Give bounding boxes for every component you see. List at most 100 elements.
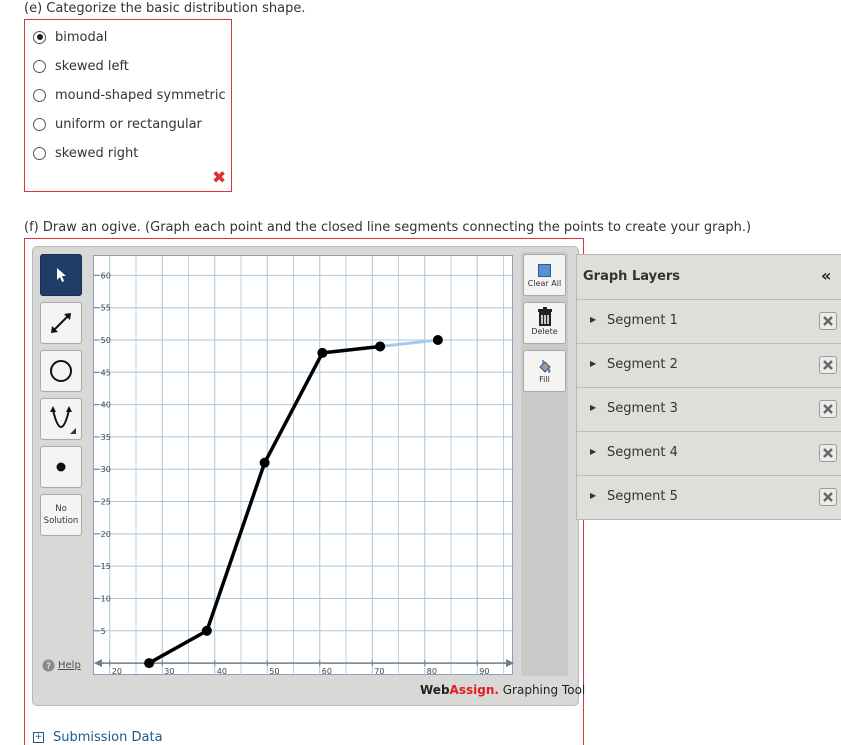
layer-label: Segment 1: [607, 313, 678, 328]
remove-layer-icon[interactable]: [819, 400, 837, 418]
pointer-icon: [57, 268, 66, 282]
remove-layer-icon[interactable]: [819, 488, 837, 506]
x-tick-label: 60: [322, 667, 332, 676]
y-tick-label: 15: [101, 562, 111, 571]
option-label: skewed left: [55, 58, 129, 74]
ogive-point: [317, 347, 328, 358]
webassign-brand: WebAssign. Graphing Tool: [420, 683, 585, 697]
x-tick-label: 80: [427, 667, 437, 676]
y-tick-label: 60: [101, 271, 111, 280]
radio-icon[interactable]: [33, 146, 46, 160]
x-tick-label: 90: [479, 667, 489, 676]
x-tick-label: 30: [164, 667, 174, 676]
ogive-plot: 20 30 40 50 60 70 80 90 5 10 15 20 25 30 35 40 45 50 55 60: [94, 256, 514, 676]
expand-arrow-icon[interactable]: ▶: [590, 403, 596, 412]
y-tick-label: 35: [101, 433, 111, 442]
circle-icon: [50, 360, 72, 382]
x-axis-arrow-left: [94, 659, 102, 668]
ogive-point: [375, 341, 386, 352]
layer-label: Segment 5: [607, 489, 678, 504]
no-solution-label: Solution: [43, 516, 79, 526]
ogive-segment-1: [147, 629, 209, 665]
line-segment-icon: [51, 313, 71, 333]
clear-all-label: Clear All: [527, 279, 562, 288]
option-uniform-or-rectangular[interactable]: uniform or rectangular: [33, 114, 202, 134]
layer-label: Segment 2: [607, 357, 678, 372]
parabola-tool-button[interactable]: [40, 398, 82, 440]
remove-layer-icon[interactable]: [819, 356, 837, 374]
remove-layer-icon[interactable]: [819, 444, 837, 462]
y-tick-label: 40: [101, 401, 111, 410]
parabola-icon: [50, 406, 76, 434]
collapse-panel-icon[interactable]: «: [821, 266, 831, 285]
incorrect-x-icon: ✖: [212, 168, 227, 188]
brand-assign: Assign.: [449, 683, 499, 697]
ogive-segment-5: [378, 338, 440, 348]
option-label: skewed right: [55, 145, 139, 161]
y-tick-label: 20: [101, 530, 111, 539]
y-tick-label: 10: [101, 594, 111, 603]
layer-item-segment-4[interactable]: ▶ Segment 4: [577, 432, 841, 476]
graph-canvas[interactable]: 20 30 40 50 60 70 80 90 5 10 15 20 25 30 35 40 45 50 55 60: [93, 255, 514, 676]
help-label: Help: [58, 660, 81, 671]
no-solution-label: No: [55, 504, 67, 514]
option-label: bimodal: [55, 29, 108, 45]
layer-label: Segment 3: [607, 401, 678, 416]
layer-item-segment-5[interactable]: ▶ Segment 5: [577, 476, 841, 519]
help-link[interactable]: ? Help: [42, 659, 81, 672]
ogive-point: [432, 335, 443, 345]
option-mound-shaped-symmetric[interactable]: mound-shaped symmetric: [33, 85, 226, 105]
svg-text:?: ?: [46, 662, 51, 672]
layer-item-segment-1[interactable]: ▶ Segment 1: [577, 300, 841, 344]
expand-plus-icon[interactable]: +: [33, 732, 44, 743]
x-tick-label: 20: [112, 667, 122, 676]
expand-arrow-icon[interactable]: ▶: [590, 359, 596, 368]
expand-arrow-icon[interactable]: ▶: [590, 315, 596, 324]
x-axis-arrow-right: [506, 659, 514, 668]
option-bimodal[interactable]: bimodal: [33, 27, 107, 47]
y-tick-label: 5: [101, 627, 106, 636]
ogive-point: [144, 658, 155, 669]
option-skewed-left[interactable]: skewed left: [33, 56, 129, 76]
no-solution-button[interactable]: No Solution: [40, 494, 82, 536]
question-e-prompt: (e) Categorize the basic distribution sh…: [24, 1, 306, 16]
radio-icon[interactable]: [33, 59, 46, 73]
help-icon: ?: [42, 659, 55, 672]
choice-group: bimodal skewed left mound-shaped symmetr…: [24, 19, 232, 192]
graph-layers-title: Graph Layers: [583, 269, 681, 284]
ogive-point: [201, 625, 212, 636]
expand-arrow-icon[interactable]: ▶: [590, 491, 596, 500]
y-tick-label: 55: [101, 304, 111, 313]
layer-label: Segment 4: [607, 445, 678, 460]
ogive-point: [259, 457, 270, 468]
remove-layer-icon[interactable]: [819, 312, 837, 330]
ogive-segment-2: [205, 461, 267, 633]
trash-icon: [537, 307, 552, 326]
circle-tool-button[interactable]: [40, 350, 82, 392]
pointer-tool-button[interactable]: [40, 254, 82, 296]
x-tick-label: 40: [217, 667, 227, 676]
layer-item-segment-3[interactable]: ▶ Segment 3: [577, 388, 841, 432]
brand-web: Web: [420, 683, 450, 697]
point-tool-button[interactable]: [40, 446, 82, 488]
radio-selected-icon[interactable]: [33, 30, 46, 44]
clear-all-button[interactable]: Clear All: [523, 254, 566, 296]
question-f-prompt: (f) Draw an ogive. (Graph each point and…: [24, 220, 752, 235]
submission-data-toggle[interactable]: + Submission Data: [33, 730, 163, 745]
option-label: uniform or rectangular: [55, 116, 202, 132]
line-segment-tool-button[interactable]: [40, 302, 82, 344]
clear-all-icon: [538, 264, 551, 277]
delete-button[interactable]: Delete: [523, 302, 566, 344]
option-label: mound-shaped symmetric: [55, 87, 226, 103]
graph-layers-header: Graph Layers «: [577, 255, 841, 300]
x-tick-label: 70: [374, 667, 384, 676]
layer-item-segment-2[interactable]: ▶ Segment 2: [577, 344, 841, 388]
y-tick-label: 30: [101, 465, 111, 474]
brand-tool: Graphing Tool: [498, 683, 586, 697]
radio-icon[interactable]: [33, 88, 46, 102]
fill-button[interactable]: Fill: [523, 350, 566, 392]
radio-icon[interactable]: [33, 117, 46, 131]
x-tick-label: 50: [269, 667, 279, 676]
expand-arrow-icon[interactable]: ▶: [590, 447, 596, 456]
option-skewed-right[interactable]: skewed right: [33, 143, 138, 163]
